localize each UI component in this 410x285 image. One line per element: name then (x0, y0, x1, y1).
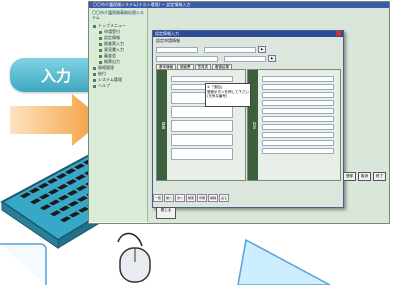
workspace: 認定情報入力 認定申請情報 ▶ ▶ 基本情報 調査票 意見書 審査結果 調査 判定 (148, 8, 389, 223)
name-field[interactable] (204, 46, 256, 53)
sidebar-nav: 〇〇市介護保険事務処理システム トップメニュー 申請受付 認定情報 調査票入力 意見書入… (89, 8, 148, 222)
bullet-icon (99, 48, 102, 52)
bullet-icon (93, 72, 96, 76)
footer-button[interactable]: 削除 (208, 194, 219, 202)
sidebar-item[interactable]: ヘルプ (89, 83, 147, 89)
bullet-icon (99, 36, 102, 40)
sidebar-item-label: 調査票入力 (104, 41, 124, 46)
judgement-field[interactable] (262, 76, 334, 82)
footer-button[interactable]: 戻る (219, 194, 230, 202)
sidebar-item-label: システム管理 (98, 77, 122, 82)
dialog-subtitle: 認定申請情報 (156, 38, 180, 43)
judgement-panel: 判定 (247, 69, 341, 181)
date-field[interactable] (224, 55, 266, 62)
bullet-icon (99, 54, 102, 58)
bullet-icon (93, 78, 96, 82)
judgement-field[interactable] (262, 84, 334, 90)
survey-field[interactable] (171, 106, 233, 118)
footer-buttons: 一覧 前へ 次へ 検索 印刷 削除 戻る (153, 194, 341, 202)
footer-button[interactable]: 前へ (164, 194, 175, 202)
bullet-icon (93, 84, 96, 88)
sidebar-item-label: 申請受付 (104, 29, 120, 34)
sidebar-item-label: 認定情報 (104, 35, 120, 40)
action-button[interactable]: 取消 (358, 172, 371, 181)
close-icon[interactable] (336, 31, 341, 36)
input-badge-label: 入力 (40, 66, 71, 85)
action-buttons: 登録 取消 終了 (341, 172, 386, 181)
input-dialog: 認定情報入力 認定申請情報 ▶ ▶ 基本情報 調査票 意見書 審査結果 調査 判定 (152, 30, 344, 208)
sidebar-item-label: 給付 (98, 71, 106, 76)
judgement-field[interactable] (262, 124, 334, 130)
judgement-field[interactable] (262, 140, 334, 146)
kana-field[interactable] (156, 55, 218, 62)
close-window-button[interactable]: 閉じる (156, 207, 176, 219)
action-button[interactable]: 終了 (373, 172, 386, 181)
bullet-icon (99, 60, 102, 64)
survey-field[interactable] (171, 120, 233, 132)
bullet-icon (99, 30, 102, 34)
judgement-field[interactable] (262, 132, 334, 138)
bullet-icon (93, 24, 96, 28)
footer-button[interactable]: 一覧 (153, 194, 164, 202)
survey-field[interactable] (171, 76, 233, 82)
judgement-field[interactable] (262, 108, 334, 114)
survey-field[interactable] (171, 148, 233, 160)
sidebar-item-label: 帳票出力 (104, 59, 120, 64)
survey-section-label: 調査 (157, 70, 167, 180)
app-screenshot: 〇〇市介護保険システム(テスト環境) — 認定情報入力 〇〇市介護保険事務処理シ… (88, 1, 390, 224)
sidebar-header: 〇〇市介護保険事務処理システム (92, 10, 144, 20)
bullet-icon (93, 66, 96, 70)
id-field[interactable] (156, 46, 198, 53)
survey-field[interactable] (171, 134, 233, 146)
bullet-icon (99, 42, 102, 46)
query-button[interactable]: ▶ (268, 55, 277, 62)
footer-button[interactable]: 検索 (186, 194, 197, 202)
sidebar-item-label: ヘルプ (98, 83, 110, 88)
sidebar-item-label: 資格管理 (98, 65, 114, 70)
search-button[interactable]: ▶ (258, 46, 267, 53)
speech-callout (0, 238, 331, 285)
action-button[interactable]: 登録 (343, 172, 356, 181)
sidebar-item-label: 意見書入力 (104, 47, 124, 52)
judgement-field[interactable] (262, 148, 334, 154)
footer-button[interactable]: 次へ (175, 194, 186, 202)
tooltip: ①「追加」 登録ボタンを押して下さい (元気な番号) (205, 83, 251, 107)
sidebar-item-label: トップメニュー (98, 23, 126, 28)
judgement-field[interactable] (262, 100, 334, 106)
footer-button[interactable]: 印刷 (197, 194, 208, 202)
sidebar-item-label: 審査会 (104, 53, 116, 58)
judgement-field[interactable] (262, 116, 334, 122)
judgement-field[interactable] (262, 92, 334, 98)
